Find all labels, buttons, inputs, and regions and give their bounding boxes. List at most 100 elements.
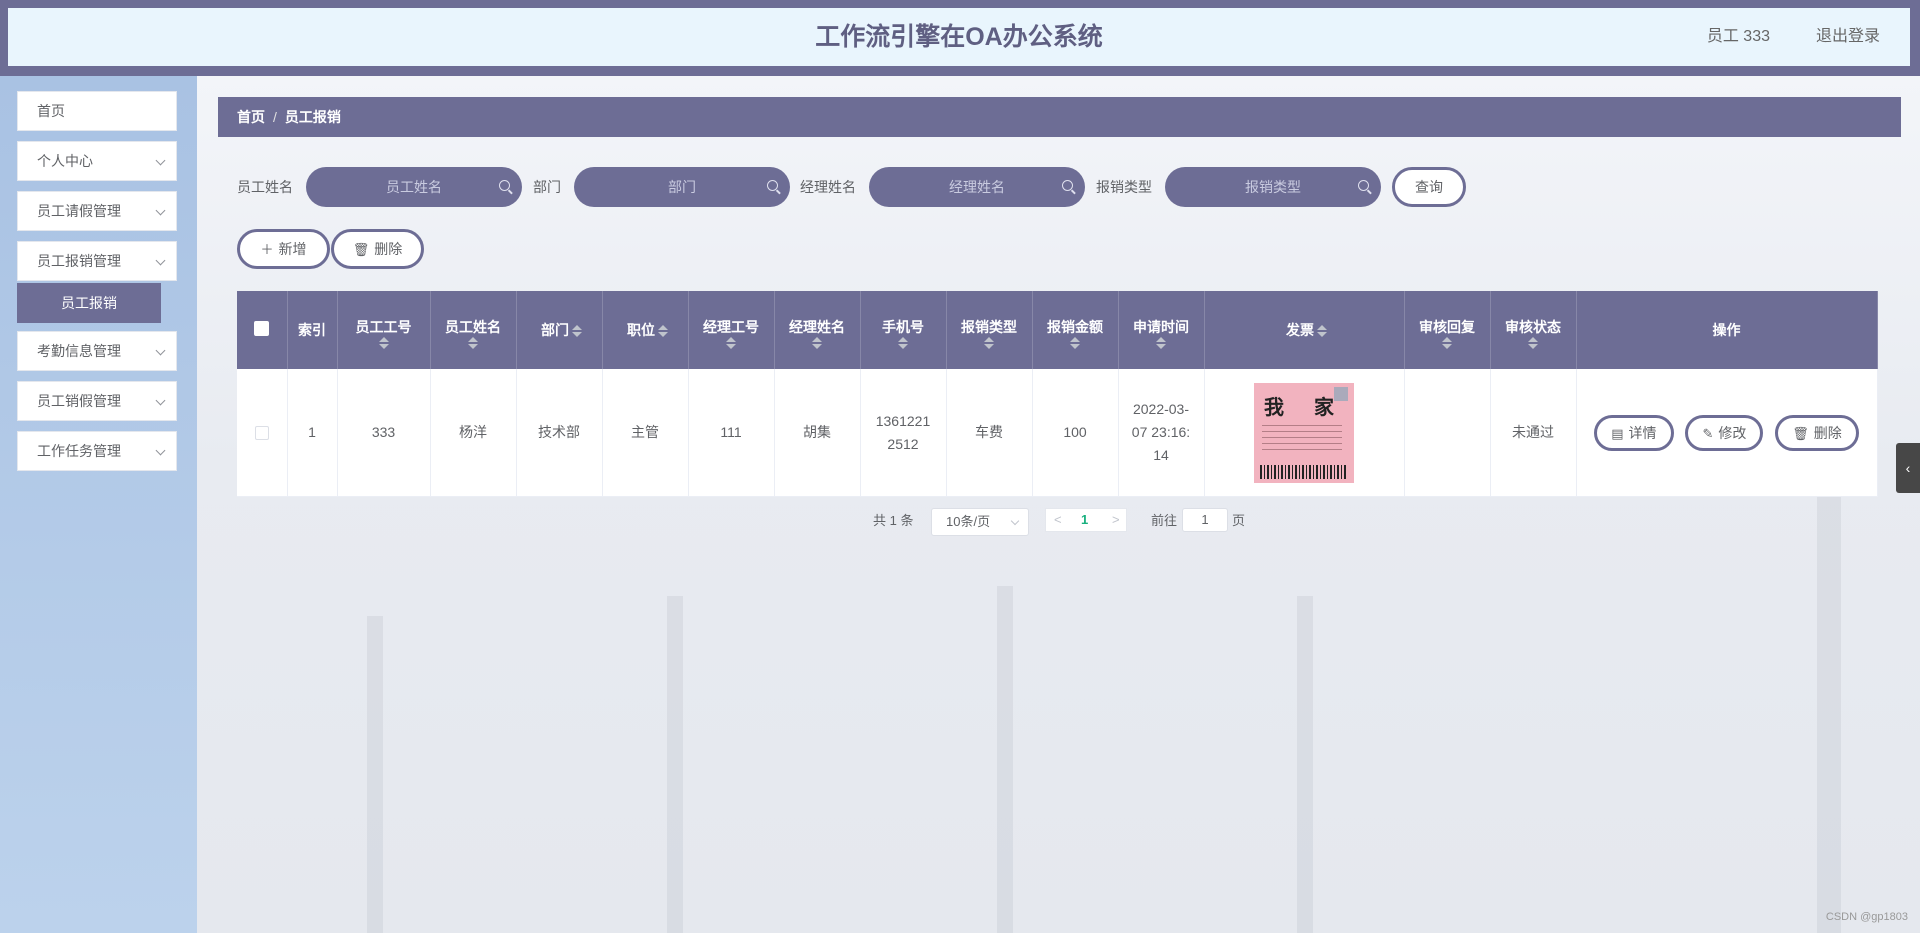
column-header-sortable[interactable]: 审核回复 (1404, 291, 1491, 369)
column-header-label: 申请时间 (1133, 319, 1189, 335)
column-header-sortable[interactable]: 申请时间 (1118, 291, 1205, 369)
chevron-down-icon (155, 155, 166, 166)
column-header-label: 职位 (627, 322, 655, 338)
sidebar: 首页 个人中心 员工请假管理 员工报销管理 员工报销 考勤信息管理 员工销假管理… (0, 76, 197, 933)
table-header-row: 索引 员工工号 员工姓名 部门 职位 经理工号 经理姓名 手机号 报销类型 报销… (237, 291, 1878, 369)
current-page-number[interactable]: 1 (1081, 509, 1088, 531)
invoice-image[interactable]: 我 家 (1254, 382, 1354, 483)
sidebar-item-label: 首页 (37, 103, 65, 119)
invoice-text: 家 (1314, 396, 1334, 419)
column-header-sortable[interactable]: 审核状态 (1490, 291, 1577, 369)
sidebar-item-label: 员工请假管理 (37, 203, 121, 219)
breadcrumb: 首页 / 员工报销 (218, 97, 1901, 137)
department-input[interactable] (574, 167, 790, 207)
manager-name-search[interactable] (869, 167, 1085, 207)
time-part: 2022-03- (1132, 401, 1190, 417)
phone-part: 2512 (887, 435, 919, 452)
select-all-header[interactable] (237, 291, 288, 369)
sidebar-item-leave-cancel-management[interactable]: 员工销假管理 (17, 381, 177, 421)
trash-icon: 🗑 (1792, 425, 1809, 441)
detail-button[interactable]: ▤ 详情 (1594, 414, 1674, 451)
time-part: 14 (1153, 447, 1169, 463)
column-header-sortable[interactable]: 经理姓名 (774, 291, 861, 369)
invoice-text: 我 (1264, 396, 1284, 419)
sidebar-item-attendance-management[interactable]: 考勤信息管理 (17, 331, 177, 371)
sidebar-item-label: 个人中心 (37, 153, 93, 169)
manager-name-input[interactable] (869, 167, 1085, 207)
sidebar-item-label: 考勤信息管理 (37, 343, 121, 359)
prev-page-button[interactable]: < (1054, 509, 1062, 531)
column-header-label: 报销金额 (1047, 319, 1103, 335)
page-navigator: < 1 > (1045, 508, 1127, 532)
column-header-label: 员工姓名 (445, 319, 501, 335)
cell-amount: 100 (1032, 369, 1119, 497)
column-header-sortable[interactable]: 职位 (602, 291, 689, 369)
page-size-select[interactable]: 10条/页 (931, 508, 1029, 536)
trash-icon: 🗑 (352, 242, 370, 257)
edit-button[interactable]: ✎ 修改 (1685, 414, 1764, 451)
cell-phone: 1361221 2512 (860, 369, 947, 497)
department-search[interactable] (574, 167, 790, 207)
app-title: 工作流引擎在OA办公系统 (815, 23, 1103, 51)
edit-button-label: 修改 (1718, 424, 1747, 441)
reimbursement-type-search[interactable] (1165, 167, 1381, 207)
column-header-label: 部门 (541, 322, 569, 338)
column-header-sortable[interactable]: 报销类型 (946, 291, 1033, 369)
column-header-label: 经理工号 (703, 319, 759, 335)
chevron-down-icon (155, 395, 166, 406)
goto-page-input[interactable]: 1 (1182, 508, 1228, 532)
sidebar-item-personal-center[interactable]: 个人中心 (17, 141, 177, 181)
cell-invoice: 我 家 (1204, 369, 1405, 497)
edit-icon: ✎ (1702, 425, 1714, 441)
search-icon (1358, 180, 1369, 191)
add-button[interactable]: ＋ 新增 (237, 229, 330, 269)
chevron-down-icon (155, 345, 166, 356)
cell-review-reply (1404, 369, 1491, 497)
sidebar-item-label: 员工报销管理 (37, 253, 121, 269)
background-decoration (367, 616, 383, 933)
search-icon (767, 180, 778, 191)
column-header-sortable[interactable]: 经理工号 (688, 291, 775, 369)
column-header-label: 审核状态 (1505, 319, 1561, 335)
sidebar-item-leave-management[interactable]: 员工请假管理 (17, 191, 177, 231)
filter-label-department: 部门 (533, 179, 561, 195)
breadcrumb-home[interactable]: 首页 (237, 109, 265, 125)
reimbursement-type-input[interactable] (1165, 167, 1381, 207)
delete-button[interactable]: 🗑 删除 (331, 229, 424, 269)
column-header-label: 发票 (1286, 322, 1314, 338)
employee-name-input[interactable] (306, 167, 522, 207)
row-delete-button[interactable]: 🗑 删除 (1775, 414, 1859, 451)
column-header-sortable[interactable]: 手机号 (860, 291, 947, 369)
sidebar-subitem-reimbursement[interactable]: 员工报销 (17, 283, 161, 323)
sidebar-item-reimbursement-management[interactable]: 员工报销管理 (17, 241, 177, 281)
query-button[interactable]: 查询 (1392, 167, 1466, 207)
invoice-qr-code (1334, 386, 1348, 401)
phone-part: 1361221 (875, 412, 931, 429)
row-checkbox[interactable] (254, 426, 269, 441)
side-panel-toggle[interactable]: ‹ (1896, 443, 1920, 493)
page-size-value: 10条/页 (946, 514, 991, 529)
watermark: CSDN @gp1803 (1825, 911, 1908, 923)
breadcrumb-current: 员工报销 (284, 109, 341, 125)
sidebar-item-home[interactable]: 首页 (17, 91, 177, 131)
select-all-checkbox[interactable] (254, 321, 270, 336)
table-row: 1 333 杨洋 技术部 主管 111 胡集 1361221 2512 车费 1… (237, 369, 1878, 497)
current-user: 员工 333 (1706, 28, 1770, 45)
column-header-sortable[interactable]: 报销金额 (1032, 291, 1119, 369)
row-select-cell[interactable] (237, 369, 288, 497)
column-header-sortable[interactable]: 发票 (1204, 291, 1405, 369)
chevron-down-icon (155, 205, 166, 216)
employee-name-search[interactable] (306, 167, 522, 207)
sidebar-item-task-management[interactable]: 工作任务管理 (17, 431, 177, 471)
column-header-sortable[interactable]: 员工工号 (337, 291, 431, 369)
column-header-sortable[interactable]: 部门 (516, 291, 603, 369)
chevron-down-icon (155, 445, 166, 456)
logout-link[interactable]: 退出登录 (1816, 8, 1880, 66)
add-button-label: 新增 (278, 241, 307, 257)
page-unit-label: 页 (1232, 513, 1246, 528)
plus-icon: ＋ (260, 242, 274, 257)
cell-apply-time: 2022-03- 07 23:16: 14 (1118, 369, 1205, 497)
column-header-sortable[interactable]: 员工姓名 (430, 291, 517, 369)
invoice-detail-lines (1262, 424, 1342, 451)
next-page-button[interactable]: > (1112, 509, 1120, 531)
